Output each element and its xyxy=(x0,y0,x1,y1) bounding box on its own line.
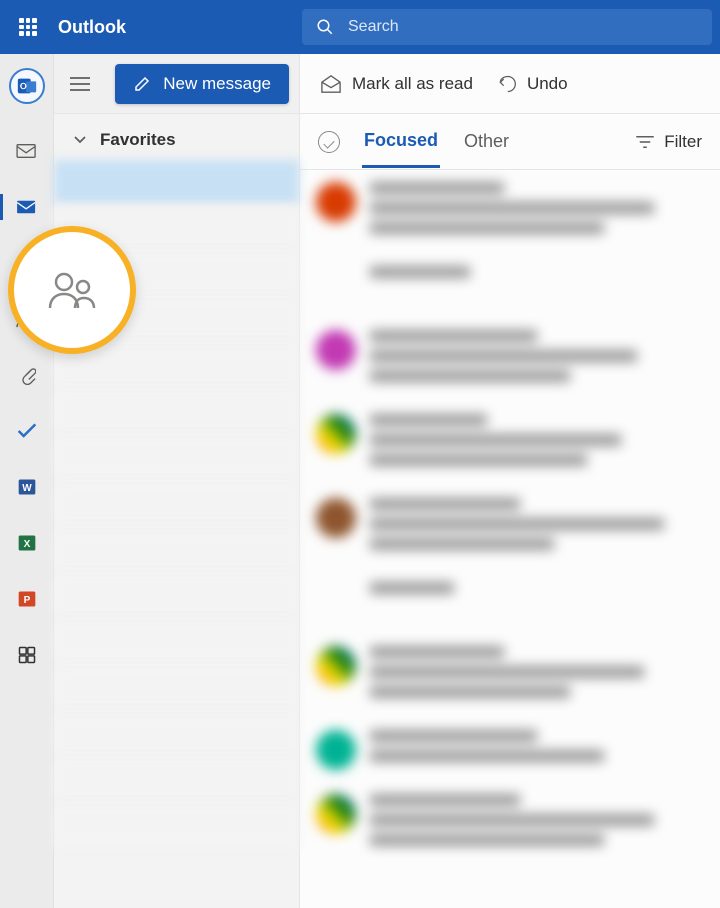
message-item[interactable] xyxy=(300,402,720,486)
select-all-checkbox[interactable] xyxy=(318,131,340,153)
filter-button[interactable]: Filter xyxy=(636,132,702,152)
favorites-header[interactable]: Favorites xyxy=(54,114,299,160)
folder-item[interactable] xyxy=(54,436,299,480)
folder-item[interactable] xyxy=(54,528,299,572)
message-item[interactable] xyxy=(300,254,720,318)
waffle-icon xyxy=(19,18,37,36)
search-input[interactable]: Search xyxy=(302,9,712,45)
filter-icon xyxy=(636,135,654,149)
undo-button[interactable]: Undo xyxy=(497,74,568,94)
people-icon xyxy=(48,270,96,310)
tab-focused[interactable]: Focused xyxy=(362,116,440,168)
compose-icon xyxy=(133,75,151,93)
folder-pane-toolbar: New message xyxy=(54,54,299,114)
undo-icon xyxy=(497,74,517,94)
mark-all-read-button[interactable]: Mark all as read xyxy=(320,74,473,94)
filter-label: Filter xyxy=(664,132,702,152)
mail-new-icon[interactable] xyxy=(0,136,54,166)
folder-pane: New message Favorites xyxy=(54,54,300,908)
mail-icon[interactable] xyxy=(0,192,54,222)
svg-text:W: W xyxy=(22,483,32,494)
outlook-app-icon[interactable] xyxy=(9,68,45,104)
message-item[interactable] xyxy=(300,170,720,254)
folder-item[interactable] xyxy=(54,390,299,434)
app-title: Outlook xyxy=(58,17,126,38)
folder-item[interactable] xyxy=(54,482,299,526)
message-pane: Mark all as read Undo Focused Other Filt… xyxy=(300,54,720,908)
message-item[interactable] xyxy=(300,318,720,402)
message-list xyxy=(300,170,720,908)
search-placeholder: Search xyxy=(348,18,399,36)
inbox-tab-bar: Focused Other Filter xyxy=(300,114,720,170)
new-message-button[interactable]: New message xyxy=(115,64,289,104)
message-item[interactable] xyxy=(300,782,720,866)
folder-item[interactable] xyxy=(54,758,299,802)
folder-item[interactable] xyxy=(54,712,299,756)
word-icon[interactable]: W xyxy=(0,472,54,502)
undo-label: Undo xyxy=(527,74,568,94)
header-bar: Outlook Search xyxy=(0,0,720,54)
files-attachment-icon[interactable] xyxy=(0,360,54,390)
excel-icon[interactable]: X xyxy=(0,528,54,558)
svg-text:X: X xyxy=(23,539,30,550)
mark-all-read-label: Mark all as read xyxy=(352,74,473,94)
message-item[interactable] xyxy=(300,486,720,570)
folder-item[interactable] xyxy=(54,160,299,204)
tab-other[interactable]: Other xyxy=(462,117,511,166)
powerpoint-icon[interactable]: P xyxy=(0,584,54,614)
left-navigation-rail: W X P xyxy=(0,54,54,908)
folder-item[interactable] xyxy=(54,574,299,618)
chevron-down-icon xyxy=(74,136,86,144)
search-icon xyxy=(316,18,334,36)
svg-text:P: P xyxy=(23,595,30,606)
todo-icon[interactable] xyxy=(0,416,54,446)
folder-item[interactable] xyxy=(54,804,299,848)
message-item[interactable] xyxy=(300,634,720,718)
message-item[interactable] xyxy=(300,718,720,782)
folder-item[interactable] xyxy=(54,666,299,710)
people-navigation-highlight xyxy=(8,226,136,354)
app-launcher-button[interactable] xyxy=(8,7,48,47)
toggle-folder-pane-button[interactable] xyxy=(70,76,90,92)
main-content: W X P New message xyxy=(0,54,720,908)
new-message-label: New message xyxy=(163,74,271,94)
message-item[interactable] xyxy=(300,570,720,634)
favorites-label: Favorites xyxy=(100,130,176,150)
apps-icon[interactable] xyxy=(0,640,54,670)
mail-open-icon xyxy=(320,74,342,94)
message-action-bar: Mark all as read Undo xyxy=(300,54,720,114)
folder-item[interactable] xyxy=(54,620,299,664)
